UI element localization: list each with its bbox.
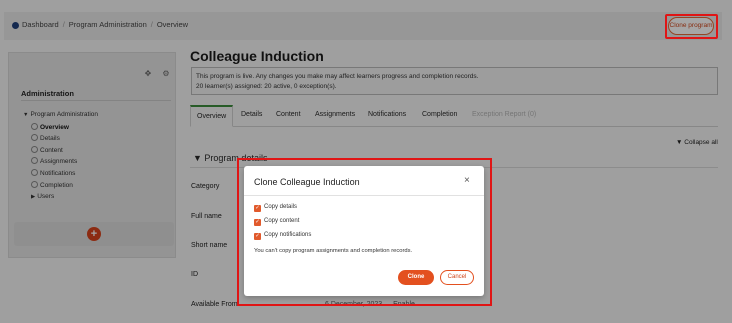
dialog-highlight [237,158,492,306]
clone-button-highlight [665,14,718,39]
